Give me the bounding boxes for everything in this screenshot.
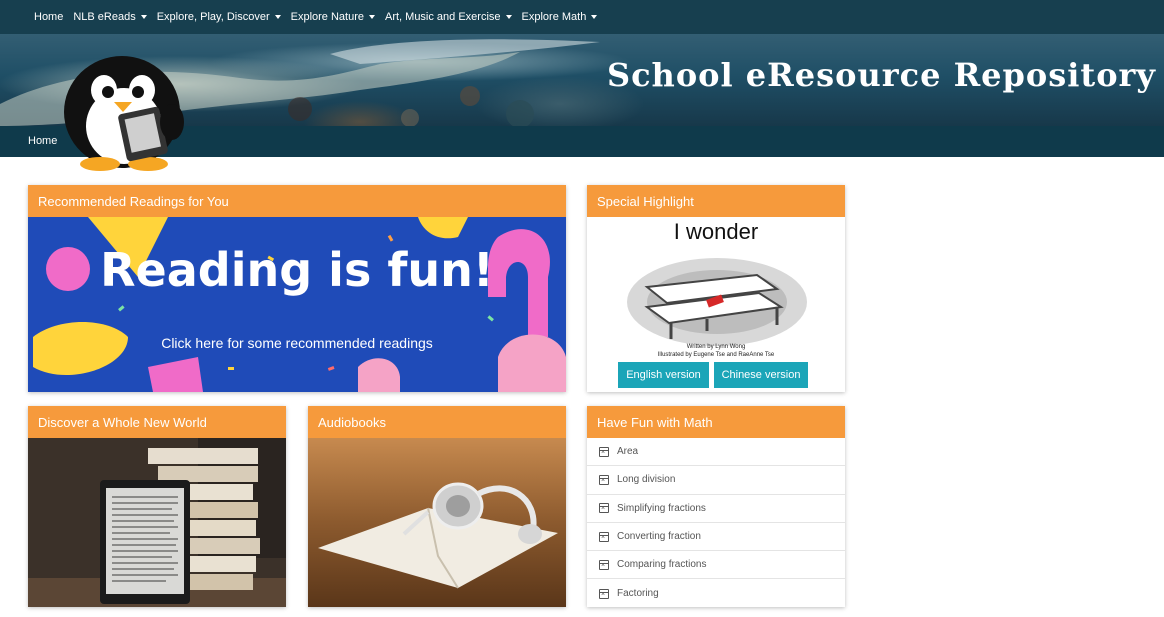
math-item-long-division[interactable]: Long division xyxy=(587,466,845,495)
math-item-converting-fraction[interactable]: Converting fraction xyxy=(587,523,845,552)
math-item-simplifying-fractions[interactable]: Simplifying fractions xyxy=(587,495,845,523)
english-version-button[interactable]: English version xyxy=(618,362,709,388)
math-item-label: Simplifying fractions xyxy=(617,502,706,514)
chinese-version-button[interactable]: Chinese version xyxy=(714,362,808,388)
audiobooks-card: Audiobooks xyxy=(308,406,566,607)
nav-explore-math-label: Explore Math xyxy=(521,11,587,23)
banner-title: School eResource Repository xyxy=(606,56,1156,94)
math-item-factoring[interactable]: Factoring xyxy=(587,579,845,607)
special-highlight-header: Special Highlight xyxy=(587,185,845,217)
nav-explore-math[interactable]: Explore Math xyxy=(522,11,598,23)
breadcrumb-home[interactable]: Home xyxy=(28,135,57,147)
calendar-x-icon xyxy=(599,474,609,485)
math-item-area[interactable]: Area xyxy=(587,438,845,467)
audiobooks-image-link[interactable] xyxy=(308,438,566,607)
bench-illustration xyxy=(627,258,807,346)
caret-down-icon xyxy=(140,15,147,19)
book-title: I wonder xyxy=(673,219,759,244)
math-header: Have Fun with Math xyxy=(587,406,845,438)
caret-down-icon xyxy=(274,15,281,19)
nav-explore-nature-label: Explore Nature xyxy=(290,11,364,23)
nav-explore-play-discover-label: Explore, Play, Discover xyxy=(156,11,270,23)
calendar-x-icon xyxy=(599,531,609,542)
math-item-label: Converting fraction xyxy=(617,531,701,543)
headphones-book-image xyxy=(308,438,566,607)
nav-home[interactable]: Home xyxy=(34,11,63,23)
calendar-x-icon xyxy=(599,588,609,599)
math-item-comparing-fractions[interactable]: Comparing fractions xyxy=(587,551,845,580)
discover-world-header: Discover a Whole New World xyxy=(28,406,286,438)
nav-home-label: Home xyxy=(34,11,64,23)
top-navbar: Home NLB eReads Explore, Play, Discover … xyxy=(0,0,1164,34)
recommended-readings-header: Recommended Readings for You xyxy=(28,185,566,217)
special-highlight-card: Special Highlight I wonder Written by Ly… xyxy=(587,185,845,392)
discover-world-card: Discover a Whole New World xyxy=(28,406,286,607)
nav-explore-play-discover[interactable]: Explore, Play, Discover xyxy=(157,11,281,23)
nav-art-music-exercise-label: Art, Music and Exercise xyxy=(384,11,501,23)
calendar-x-icon xyxy=(599,503,609,514)
penguin-ereader-logo xyxy=(64,56,184,171)
recommended-readings-link[interactable]: Click here for some recommended readings xyxy=(28,335,566,351)
math-item-label: Area xyxy=(617,446,639,458)
nav-nlb-ereads[interactable]: NLB eReads xyxy=(73,11,147,23)
calendar-x-icon xyxy=(599,446,609,457)
math-item-label: Long division xyxy=(617,474,676,486)
reading-is-fun-banner[interactable]: Reading is fun! Click here for some reco… xyxy=(28,217,566,392)
ereader-books-image xyxy=(28,438,286,607)
math-card: Have Fun with Math Area Long division Si… xyxy=(587,406,845,607)
nav-art-music-exercise[interactable]: Art, Music and Exercise xyxy=(385,11,512,23)
calendar-x-icon xyxy=(599,559,609,570)
discover-world-image-link[interactable] xyxy=(28,438,286,607)
nav-nlb-ereads-label: NLB eReads xyxy=(73,11,136,23)
nav-explore-nature[interactable]: Explore Nature xyxy=(291,11,375,23)
math-item-label: Comparing fractions xyxy=(617,559,707,571)
special-highlight-body: I wonder Written by Lynn Wong Illustrate… xyxy=(587,217,845,392)
audiobooks-header: Audiobooks xyxy=(308,406,566,438)
caret-down-icon xyxy=(591,15,598,19)
recommended-readings-card: Recommended Readings for You Reading is … xyxy=(28,185,566,392)
illustrator-credit: Illustrated by Eugene Tse and RaeAnne Ts… xyxy=(657,352,775,358)
caret-down-icon xyxy=(505,15,512,19)
math-item-label: Factoring xyxy=(617,588,659,600)
reading-is-fun-title: Reading is fun! xyxy=(100,243,494,297)
author-credit: Written by Lynn Wong xyxy=(686,344,746,350)
math-list: Area Long division Simplifying fractions… xyxy=(587,438,845,607)
caret-down-icon xyxy=(368,15,375,19)
